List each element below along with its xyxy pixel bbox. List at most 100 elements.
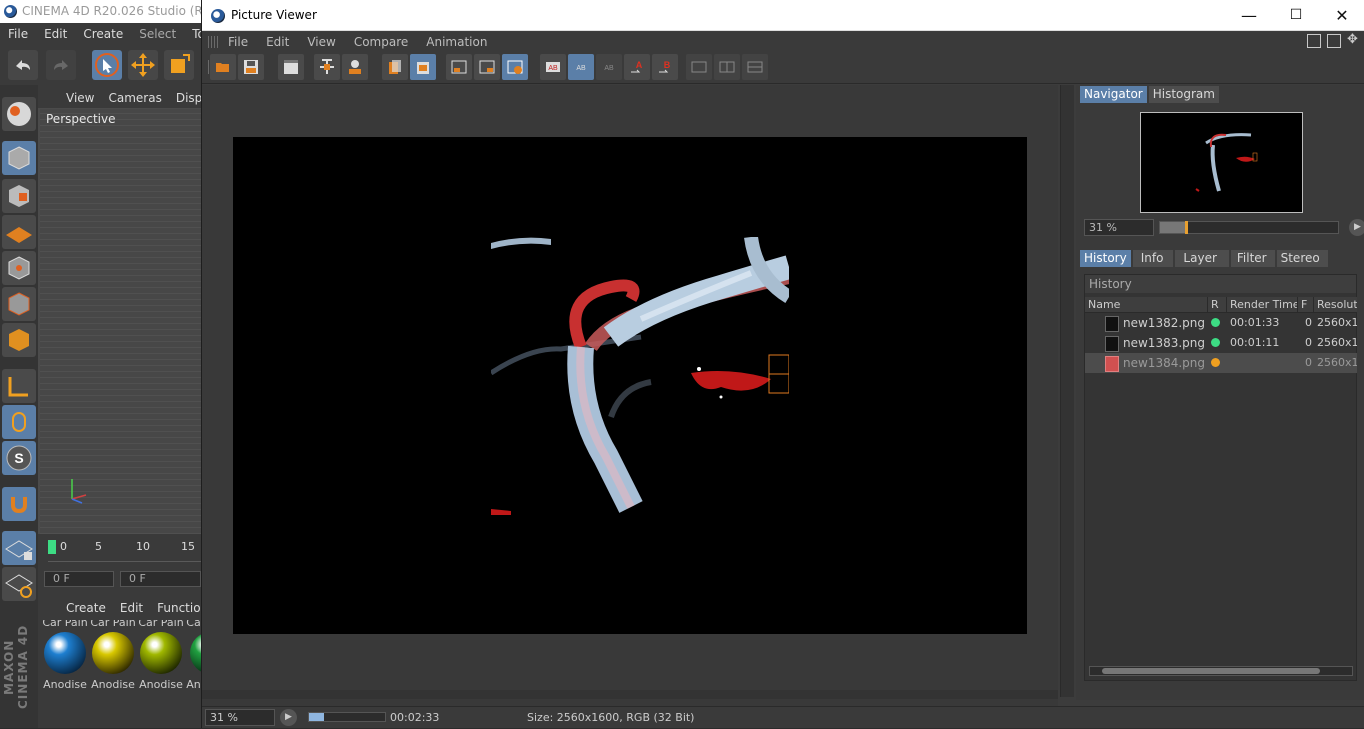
column-resolution[interactable]: Resoluti [1314,297,1357,312]
timeline-playhead[interactable] [48,540,56,554]
zoom-slider-handle[interactable] [1184,221,1188,234]
column-f[interactable]: F [1298,297,1314,312]
history-row-frame: 0 [1305,336,1312,349]
tweak-mode-button[interactable] [2,405,36,439]
cache-image-button[interactable] [502,54,528,80]
maximize-button[interactable]: ☐ [1273,0,1319,31]
c4d-menu-edit[interactable]: Edit [36,27,75,41]
compare-image-button[interactable] [474,54,500,80]
model-mode-button[interactable] [2,141,36,175]
horizontal-scrollbar[interactable] [202,690,1058,699]
history-horizontal-scrollbar[interactable] [1089,666,1353,676]
tick-15: 15 [181,540,195,553]
c4d-menu-select[interactable]: Select [131,27,184,41]
timeline-ruler[interactable]: 0 5 10 15 [48,538,201,562]
history-row[interactable]: new1383.png 00:01:11 0 2560x1 [1085,333,1357,353]
zoom-play-button[interactable]: ▶ [1349,219,1364,236]
move-panel-icon[interactable]: ✥ [1347,33,1361,48]
scale-tool-button[interactable] [164,50,194,80]
tab-stereo[interactable]: Stereo [1276,250,1328,267]
show-image-button[interactable] [446,54,472,80]
stereo-button-2[interactable] [714,54,740,80]
render-sequence-button[interactable] [278,54,304,80]
open-file-button[interactable] [210,54,236,80]
redo-button[interactable] [46,50,76,80]
start-frame-field[interactable]: 0 F [120,571,201,587]
ab-compare-button[interactable]: AB [540,54,566,80]
new-panel-icon[interactable] [1327,34,1341,48]
ab-toggle-button[interactable]: AB [596,54,622,80]
c4d-menu-create[interactable]: Create [75,27,131,41]
points-mode-button[interactable] [2,251,36,285]
stereo-button-3[interactable] [742,54,768,80]
pv-menu-edit[interactable]: Edit [266,35,289,49]
render-region-button[interactable] [314,54,340,80]
ab-split-button[interactable]: AB [568,54,594,80]
pv-side-panel: Navigator Histogram 31 % ▶ History Info [1076,85,1364,700]
material-menu-edit[interactable]: Edit [120,601,143,615]
perspective-viewport[interactable]: Perspective [40,109,201,534]
history-row-selected[interactable]: new1384.png 0 2560x1 [1085,353,1357,373]
close-button[interactable]: ✕ [1319,0,1364,31]
material-swatch[interactable]: Car Pain Anodise [90,620,136,690]
column-render-time[interactable]: Render Time [1227,297,1298,312]
stereo-icon [691,61,707,73]
select-tool-button[interactable] [92,50,122,80]
a-arrow-icon: A [631,60,643,73]
save-file-button[interactable] [238,54,264,80]
material-swatch[interactable]: Car Pain Anodise [42,620,88,690]
material-swatch[interactable]: Car Pain Anodise [138,620,184,690]
move-tool-button[interactable] [128,50,158,80]
pv-menu-animation[interactable]: Animation [426,35,487,49]
edges-mode-button[interactable] [2,287,36,321]
image-canvas[interactable] [202,85,1058,707]
grid-rotate-button[interactable] [2,567,36,601]
c4d-toolbar [0,45,201,85]
tab-histogram[interactable]: Histogram [1148,86,1219,103]
navigator-zoom-slider[interactable] [1159,221,1339,234]
stereo-button-1[interactable] [686,54,712,80]
c4d-timeline: 0 5 10 15 0 F 0 F [38,534,201,604]
magnet-button[interactable] [2,487,36,521]
minimize-button[interactable]: — [1226,0,1272,31]
navigator-zoom-field[interactable]: 31 % [1084,219,1154,236]
polygons-mode-button[interactable] [2,323,36,357]
workplane-mode-button[interactable] [2,215,36,249]
current-frame-field[interactable]: 0 F [44,571,114,587]
snap-button[interactable]: S [2,441,36,475]
scrollbar-thumb[interactable] [1102,668,1320,674]
render-view-button[interactable] [342,54,368,80]
remove-image-button[interactable] [410,54,436,80]
history-row-resolution: 2560x1 [1317,336,1357,349]
column-name[interactable]: Name [1085,297,1208,312]
material-menu-create[interactable]: Create [66,601,106,615]
play-button[interactable]: ▶ [280,709,297,726]
history-row[interactable]: new1382.png 00:01:33 0 2560x1 [1085,313,1357,333]
mode-button-1[interactable] [2,97,36,131]
material-swatch[interactable]: Ca An [186,620,201,690]
tab-filter[interactable]: Filter [1230,250,1275,267]
set-b-button[interactable]: B [652,54,678,80]
zoom-field[interactable]: 31 % [205,709,275,726]
vertical-scrollbar[interactable] [1060,85,1074,697]
column-r[interactable]: R [1208,297,1227,312]
navigator-thumbnail[interactable] [1140,112,1303,213]
tab-navigator[interactable]: Navigator [1080,86,1147,103]
viewport-menu-cameras[interactable]: Cameras [108,91,161,105]
copy-image-button[interactable] [382,54,408,80]
tab-layer[interactable]: Layer [1175,250,1229,267]
texture-mode-button[interactable] [2,179,36,213]
pv-menu-view[interactable]: View [307,35,335,49]
panel-layout-icon[interactable] [1307,34,1321,48]
tab-info[interactable]: Info [1132,250,1174,267]
undo-button[interactable] [8,50,38,80]
axis-mode-button[interactable] [2,369,36,403]
viewport-menu-bar: View Cameras Display [38,88,220,108]
c4d-menu-file[interactable]: File [0,27,36,41]
pv-menu-file[interactable]: File [228,35,248,49]
viewport-menu-view[interactable]: View [66,91,94,105]
tab-history[interactable]: History [1080,250,1131,267]
grid-lock-button[interactable] [2,531,36,565]
set-a-button[interactable]: A [624,54,650,80]
pv-menu-compare[interactable]: Compare [354,35,408,49]
